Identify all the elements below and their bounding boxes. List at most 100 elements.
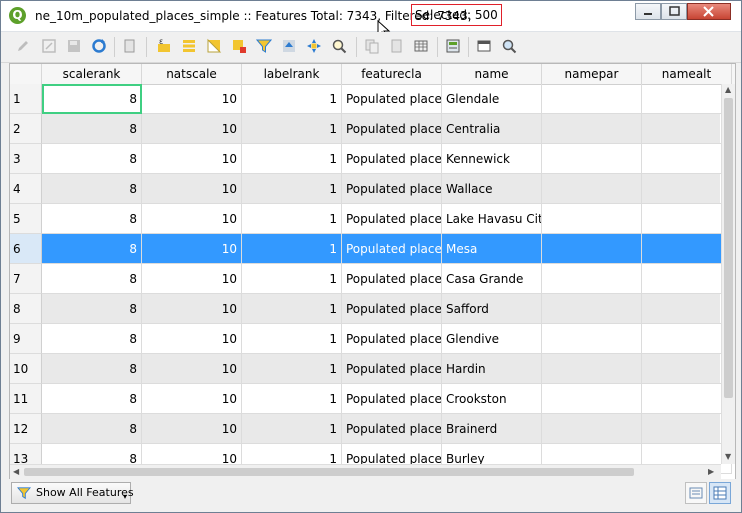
row-number[interactable]: 2 [10, 114, 42, 144]
cell-scalerank[interactable]: 8 [42, 174, 142, 204]
cell-namepar[interactable] [542, 324, 642, 354]
vertical-scrollbar[interactable]: ▲ ▼ [721, 84, 735, 464]
column-header-scalerank[interactable]: scalerank [42, 64, 142, 84]
table-row[interactable]: 11 8 10 1 Populated place Crookston [10, 384, 732, 414]
cell-name[interactable]: Lake Havasu City [442, 204, 542, 234]
cell-scalerank[interactable]: 8 [42, 354, 142, 384]
cell-labelrank[interactable]: 1 [242, 204, 342, 234]
cell-namealt[interactable] [642, 174, 732, 204]
row-number[interactable]: 11 [10, 384, 42, 414]
cell-natscale[interactable]: 10 [142, 84, 242, 114]
cell-namepar[interactable] [542, 204, 642, 234]
column-header-featurecla[interactable]: featurecla [342, 64, 442, 84]
table-row[interactable]: 12 8 10 1 Populated place Brainerd [10, 414, 732, 444]
show-features-dropdown[interactable]: Show All Features ▾ [11, 482, 134, 504]
cell-namepar[interactable] [542, 354, 642, 384]
cell-natscale[interactable]: 10 [142, 264, 242, 294]
reload-icon[interactable] [91, 38, 107, 54]
cell-featurecla[interactable]: Populated place [342, 84, 442, 114]
cell-labelrank[interactable]: 1 [242, 384, 342, 414]
cell-labelrank[interactable]: 1 [242, 294, 342, 324]
table-row[interactable]: 4 8 10 1 Populated place Wallace [10, 174, 732, 204]
cell-natscale[interactable]: 10 [142, 234, 242, 264]
copy-rows-icon[interactable] [364, 38, 380, 54]
row-number[interactable]: 12 [10, 414, 42, 444]
cell-labelrank[interactable]: 1 [242, 414, 342, 444]
cell-namepar[interactable] [542, 84, 642, 114]
column-header-namepar[interactable]: namepar [542, 64, 642, 84]
field-calculator-icon[interactable] [445, 38, 461, 54]
cell-featurecla[interactable]: Populated place [342, 264, 442, 294]
cell-scalerank[interactable]: 8 [42, 324, 142, 354]
row-number[interactable]: 6 [10, 234, 42, 264]
cell-natscale[interactable]: 10 [142, 354, 242, 384]
paste-icon[interactable] [122, 38, 138, 54]
cell-featurecla[interactable]: Populated place [342, 384, 442, 414]
cell-name[interactable]: Centralia [442, 114, 542, 144]
cell-scalerank[interactable]: 8 [42, 234, 142, 264]
horizontal-scrollbar[interactable]: ◀ ▶ [10, 464, 721, 479]
minimize-button[interactable] [635, 3, 661, 20]
cell-labelrank[interactable]: 1 [242, 264, 342, 294]
cell-name[interactable]: Casa Grande [442, 264, 542, 294]
cell-scalerank[interactable]: 8 [42, 84, 142, 114]
cell-natscale[interactable]: 10 [142, 114, 242, 144]
close-button[interactable] [687, 3, 731, 20]
cell-natscale[interactable]: 10 [142, 414, 242, 444]
cell-scalerank[interactable]: 8 [42, 294, 142, 324]
attribute-table[interactable]: scalerank natscale labelrank featurecla name… [9, 63, 736, 480]
cell-namealt[interactable] [642, 114, 732, 144]
column-header-labelrank[interactable]: labelrank [242, 64, 342, 84]
cell-namepar[interactable] [542, 174, 642, 204]
delete-field-icon[interactable] [413, 38, 429, 54]
vertical-scroll-thumb[interactable] [724, 98, 733, 398]
cell-namealt[interactable] [642, 234, 732, 264]
cell-name[interactable]: Glendale [442, 84, 542, 114]
cell-featurecla[interactable]: Populated place [342, 174, 442, 204]
cell-scalerank[interactable]: 8 [42, 264, 142, 294]
cell-labelrank[interactable]: 1 [242, 114, 342, 144]
row-number[interactable]: 3 [10, 144, 42, 174]
table-view-button[interactable] [709, 482, 731, 504]
pan-to-selection-icon[interactable] [306, 38, 322, 54]
cell-name[interactable]: Wallace [442, 174, 542, 204]
cell-name[interactable]: Brainerd [442, 414, 542, 444]
cell-featurecla[interactable]: Populated place [342, 204, 442, 234]
cell-name[interactable]: Hardin [442, 354, 542, 384]
row-number[interactable]: 5 [10, 204, 42, 234]
multi-edit-icon[interactable] [41, 38, 57, 54]
cell-namepar[interactable] [542, 384, 642, 414]
scroll-left-icon[interactable]: ◀ [13, 467, 19, 476]
zoom-to-selection-icon[interactable] [331, 38, 347, 54]
table-row[interactable]: 1 8 10 1 Populated place Glendale [10, 84, 732, 114]
cell-natscale[interactable]: 10 [142, 324, 242, 354]
cell-natscale[interactable]: 10 [142, 384, 242, 414]
save-icon[interactable] [66, 38, 82, 54]
cell-namealt[interactable] [642, 264, 732, 294]
row-number[interactable]: 8 [10, 294, 42, 324]
cell-namealt[interactable] [642, 144, 732, 174]
header-corner[interactable] [10, 64, 42, 84]
cell-natscale[interactable]: 10 [142, 294, 242, 324]
column-header-namealt[interactable]: namealt [642, 64, 732, 84]
cell-namealt[interactable] [642, 354, 732, 384]
cell-featurecla[interactable]: Populated place [342, 414, 442, 444]
cell-namepar[interactable] [542, 144, 642, 174]
column-header-name[interactable]: name [442, 64, 542, 84]
cell-featurecla[interactable]: Populated place [342, 234, 442, 264]
table-row[interactable]: 8 8 10 1 Populated place Safford [10, 294, 732, 324]
cell-namepar[interactable] [542, 414, 642, 444]
cell-featurecla[interactable]: Populated place [342, 294, 442, 324]
cell-namealt[interactable] [642, 84, 732, 114]
cell-labelrank[interactable]: 1 [242, 234, 342, 264]
cell-scalerank[interactable]: 8 [42, 204, 142, 234]
cell-namealt[interactable] [642, 414, 732, 444]
edit-pencil-icon[interactable] [15, 38, 31, 54]
cell-namepar[interactable] [542, 264, 642, 294]
row-number[interactable]: 7 [10, 264, 42, 294]
cell-name[interactable]: Mesa [442, 234, 542, 264]
cell-natscale[interactable]: 10 [142, 174, 242, 204]
invert-selection-icon[interactable] [206, 38, 222, 54]
filter-icon[interactable] [256, 38, 272, 54]
cell-name[interactable]: Glendive [442, 324, 542, 354]
